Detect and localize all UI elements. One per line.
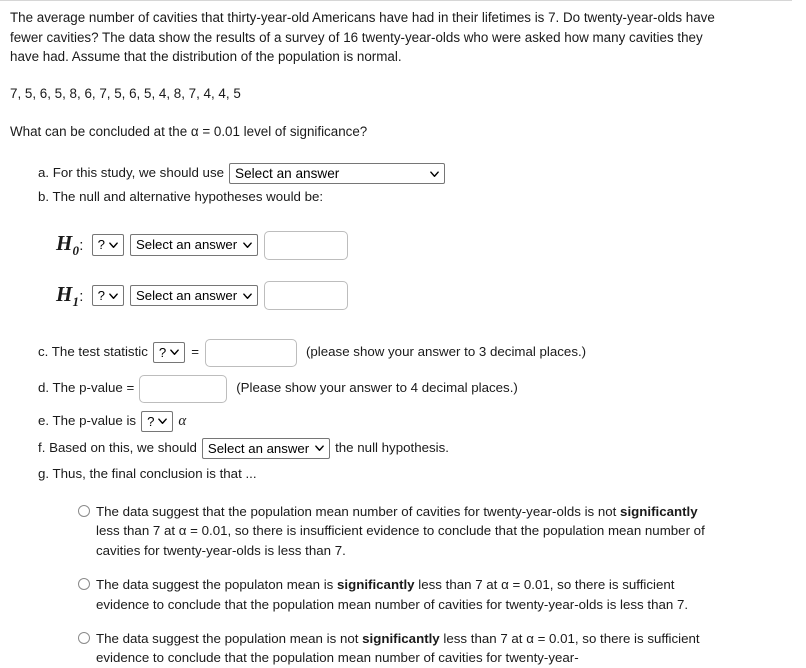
part-d-note: (Please show your answer to 4 decimal pl… [236,380,518,396]
part-d-label: d. The p-value = [38,380,135,396]
p-value-comparison-select[interactable]: ? [141,410,174,432]
part-e-row: e. The p-value is ? α [38,410,796,432]
study-type-select-value: Select an answer [235,165,340,181]
h0-operator-select-value: Select an answer [135,237,238,253]
significance-question: What can be concluded at the α = 0.01 le… [10,123,368,139]
test-statistic-type-value: ? [158,344,167,360]
question-page: The average number of cavities that thir… [0,0,806,668]
h0-parameter-select[interactable]: ? [91,234,124,256]
conclusion-choice-1[interactable]: The data suggest that the population mea… [78,502,718,560]
part-e-label: e. The p-value is [38,412,137,428]
chevron-down-icon [109,293,118,299]
part-b-label: b. The null and alternative hypotheses w… [38,189,324,205]
test-statistic-input[interactable] [204,338,297,367]
decision-select[interactable]: Select an answer [201,437,331,459]
null-hypothesis-label: H0: [56,231,84,259]
conclusion-choice-3-text: The data suggest the population mean is … [96,630,700,666]
part-c-row: c. The test statistic ? = (please show y… [38,338,796,367]
chevron-down-icon [109,242,118,249]
part-f-row: f. Based on this, we should Select an an… [38,437,796,459]
h1-parameter-select-value: ? [97,288,105,304]
radio-icon[interactable] [78,504,90,517]
alpha-symbol: α [178,412,187,429]
chevron-down-icon [315,445,324,452]
parts-ab: a. For this study, we should use Select … [10,162,796,207]
part-c-note: (please show your answer to 3 decimal pl… [305,344,587,360]
study-type-select[interactable]: Select an answer [229,162,446,185]
h1-operator-select[interactable]: Select an answer [129,285,259,307]
alternative-hypothesis-row: H1: ? Select an answer [56,280,796,312]
h1-parameter-select[interactable]: ? [91,285,124,307]
chevron-down-icon [158,418,168,425]
h1-value-input[interactable] [264,281,349,311]
part-c-equals: = [191,344,199,360]
p-value-comparison-value: ? [147,413,155,429]
h0-parameter-select-value: ? [97,237,105,253]
part-g-label: g. Thus, the final conclusion is that ..… [38,466,257,481]
problem-statement: The average number of cavities that thir… [10,10,715,65]
h0-value-input[interactable] [264,230,349,260]
decision-select-value: Select an answer [207,440,310,456]
conclusion-choices: The data suggest that the population mea… [78,502,718,668]
part-a-row: a. For this study, we should use Select … [38,162,796,185]
chevron-down-icon [243,293,252,299]
conclusion-choice-1-text: The data suggest that the population mea… [96,503,705,558]
alternative-hypothesis-label: H1: [56,281,84,310]
part-f-label-after: the null hypothesis. [335,439,449,455]
conclusion-choice-3[interactable]: The data suggest the population mean is … [78,629,718,668]
part-f-label-before: f. Based on this, we should [38,439,197,455]
null-hypothesis-row: H0: ? Select an answer [56,229,796,261]
radio-icon[interactable] [78,631,90,644]
part-a-label: a. For this study, we should use [38,165,225,181]
chevron-down-icon [170,349,180,356]
data-values: 7, 5, 6, 5, 8, 6, 7, 5, 6, 5, 4, 8, 7, 4… [10,85,241,101]
radio-icon[interactable] [78,578,90,591]
chevron-down-icon [243,242,252,249]
p-value-input[interactable] [139,374,228,403]
test-statistic-type-select[interactable]: ? [152,341,186,364]
part-d-row: d. The p-value = (Please show your answe… [38,374,796,403]
part-c-label: c. The test statistic [38,344,148,360]
h0-operator-select[interactable]: Select an answer [129,234,259,256]
h1-operator-select-value: Select an answer [135,288,238,304]
chevron-down-icon [430,171,439,177]
